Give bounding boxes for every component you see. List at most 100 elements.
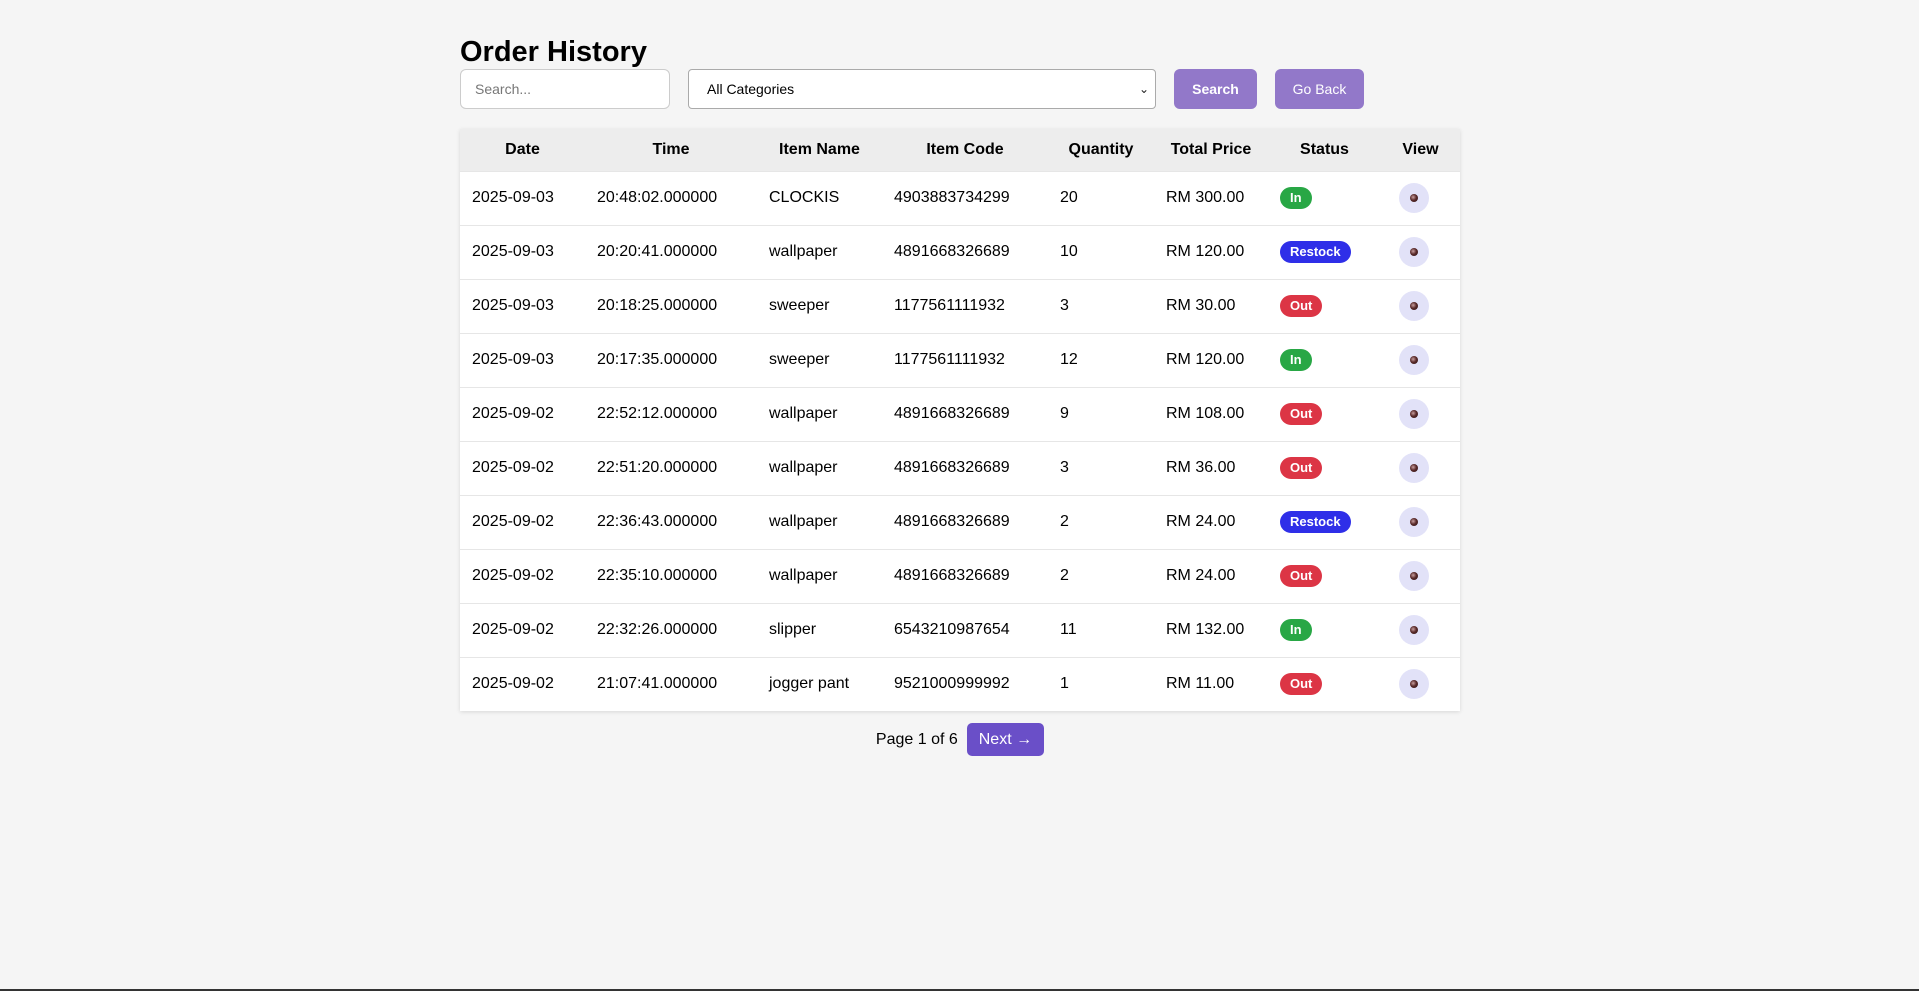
table-row: 2025-09-02 22:52:12.000000 wallpaper 489166…: [460, 387, 1460, 441]
chevron-down-icon: ⌄: [1138, 82, 1149, 96]
cell-total-price: RM 120.00: [1166, 351, 1245, 368]
view-button[interactable]: [1399, 183, 1429, 213]
cell-item-name: wallpaper: [769, 567, 838, 584]
cell-item-name: wallpaper: [769, 243, 838, 260]
cell-time: 22:51:20.000000: [597, 459, 718, 476]
cell-total-price: RM 132.00: [1166, 621, 1245, 638]
cell-total-price: RM 30.00: [1166, 297, 1236, 314]
table-row: 2025-09-02 22:35:10.000000 wallpaper 489166…: [460, 549, 1460, 603]
cell-item-code: 4891668326689: [894, 243, 1010, 260]
cell-date: 2025-09-03: [472, 243, 554, 260]
cell-status: Out: [1268, 657, 1381, 711]
column-header-date: Date: [505, 140, 540, 158]
status-badge: Out: [1280, 457, 1323, 479]
eye-icon: [1410, 464, 1418, 472]
eye-icon: [1410, 302, 1418, 310]
eye-icon: [1410, 680, 1418, 689]
cell-item-code: 1177561111932: [894, 297, 1005, 314]
cell-status: Out: [1268, 441, 1381, 495]
table-row: 2025-09-03 20:17:35.000000 sweeper 11775611…: [460, 333, 1460, 387]
cell-date: 2025-09-02: [472, 513, 554, 530]
table-row: 2025-09-02 22:36:43.000000 wallpaper 489166…: [460, 495, 1460, 549]
cell-item-code: 9521000999992: [894, 675, 1010, 693]
eye-icon: [1410, 356, 1418, 364]
cell-time: 22:52:12.000000: [597, 405, 718, 422]
pagination: Page 1 of 6 Next →: [460, 723, 1460, 756]
cell-quantity: 20: [1060, 189, 1078, 206]
status-badge: In: [1280, 619, 1312, 641]
next-page-button[interactable]: Next →: [966, 723, 1045, 756]
cell-quantity: 2: [1060, 567, 1069, 584]
filter-bar: All Categories ⌄ Search Go Back: [460, 69, 1460, 109]
cell-date: 2025-09-03: [472, 297, 554, 314]
view-button[interactable]: [1399, 237, 1429, 267]
cell-item-name: slipper: [769, 621, 817, 638]
cell-item-name: wallpaper: [769, 405, 838, 422]
cell-date: 2025-09-02: [472, 405, 554, 422]
category-selected-value: All Categories: [707, 81, 795, 97]
cell-status: In: [1268, 603, 1381, 657]
eye-icon: [1410, 572, 1418, 580]
view-button[interactable]: [1399, 561, 1429, 591]
cell-date: 2025-09-02: [472, 621, 554, 638]
cell-item-name: wallpaper: [769, 459, 838, 476]
cell-view: [1381, 171, 1460, 225]
view-button[interactable]: [1399, 507, 1429, 537]
eye-icon: [1410, 410, 1418, 418]
cell-status: In: [1268, 171, 1381, 225]
cell-item-name: jogger pant: [769, 675, 850, 693]
view-button[interactable]: [1399, 453, 1429, 483]
view-button[interactable]: [1399, 291, 1429, 321]
category-select[interactable]: All Categories ⌄: [688, 69, 1156, 109]
status-badge: Out: [1280, 673, 1323, 696]
table-row: 2025-09-02 22:51:20.000000 wallpaper 489166…: [460, 441, 1460, 495]
eye-icon: [1410, 518, 1418, 526]
search-input[interactable]: [460, 69, 670, 109]
table-row: 2025-09-02 21:07:41.000000 jogger pant 9521…: [460, 657, 1460, 711]
cell-status: Restock: [1268, 495, 1381, 549]
cell-total-price: RM 24.00: [1166, 567, 1236, 584]
cell-view: [1381, 225, 1460, 279]
cell-item-code: 4891668326689: [894, 567, 1010, 584]
cell-time: 21:07:41.000000: [597, 675, 718, 693]
table-row: 2025-09-02 22:32:26.000000 slipper 65432109…: [460, 603, 1460, 657]
cell-status: In: [1268, 333, 1381, 387]
view-button[interactable]: [1399, 615, 1429, 645]
go-back-button[interactable]: Go Back: [1275, 69, 1364, 109]
table-row: 2025-09-03 20:20:41.000000 wallpaper 489166…: [460, 225, 1460, 279]
cell-view: [1381, 495, 1460, 549]
column-header-item-name: Item Name: [779, 140, 860, 158]
order-table-container: Date Time Item Name Item Code Quantity T…: [460, 129, 1460, 711]
cell-quantity: 3: [1060, 297, 1069, 314]
cell-date: 2025-09-02: [472, 567, 554, 584]
view-button[interactable]: [1399, 399, 1429, 429]
cell-view: [1381, 387, 1460, 441]
cell-total-price: RM 24.00: [1166, 513, 1236, 530]
cell-view: [1381, 441, 1460, 495]
column-header-status: Status: [1300, 140, 1349, 158]
eye-icon: [1410, 248, 1418, 256]
cell-view: [1381, 333, 1460, 387]
cell-time: 20:48:02.000000: [597, 189, 718, 206]
cell-quantity: 12: [1060, 351, 1078, 368]
cell-time: 20:17:35.000000: [597, 351, 718, 368]
cell-total-price: RM 300.00: [1166, 189, 1245, 206]
cell-status: Out: [1268, 549, 1381, 603]
table-row: 2025-09-03 20:18:25.000000 sweeper 11775611…: [460, 279, 1460, 333]
view-button[interactable]: [1399, 345, 1429, 375]
view-button[interactable]: [1399, 669, 1429, 700]
cell-total-price: RM 120.00: [1166, 243, 1245, 260]
status-badge: In: [1280, 187, 1312, 209]
cell-date: 2025-09-03: [472, 189, 554, 206]
cell-date: 2025-09-02: [472, 459, 554, 476]
cell-date: 2025-09-02: [472, 675, 554, 693]
cell-quantity: 10: [1060, 243, 1078, 260]
cell-item-code: 4891668326689: [894, 459, 1010, 476]
status-badge: Restock: [1280, 241, 1351, 263]
table-header-row: Date Time Item Name Item Code Quantity T…: [460, 129, 1460, 171]
cell-quantity: 1: [1060, 675, 1069, 693]
status-badge: Out: [1280, 403, 1323, 425]
search-button[interactable]: Search: [1174, 69, 1257, 109]
cell-time: 22:35:10.000000: [597, 567, 718, 584]
page-indicator: Page 1 of 6: [875, 730, 958, 748]
